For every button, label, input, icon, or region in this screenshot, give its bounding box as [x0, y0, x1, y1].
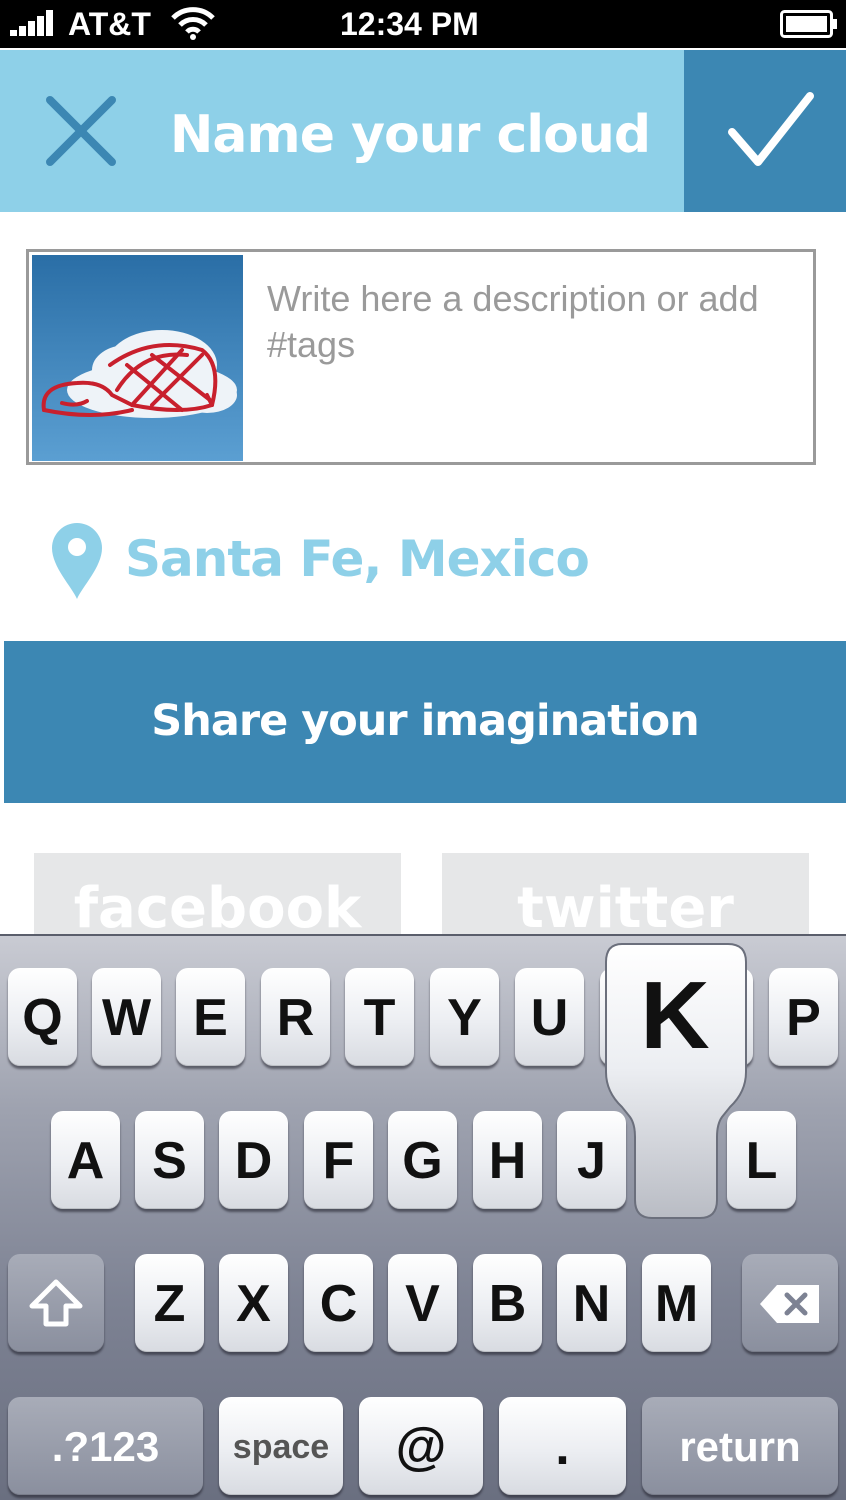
key-label: G — [402, 1132, 443, 1190]
status-bar: AT&T 12:34 PM — [0, 0, 846, 48]
key-label: space — [232, 1428, 330, 1466]
page-title: Name your cloud — [169, 105, 651, 165]
key-label: H — [488, 1132, 527, 1190]
key-q[interactable]: Q — [8, 968, 77, 1066]
key-label: M — [654, 1275, 699, 1333]
key-label: Z — [153, 1275, 186, 1333]
key-label: D — [234, 1132, 273, 1190]
key-label: T — [363, 989, 396, 1047]
description-card — [26, 249, 817, 465]
key-t[interactable]: T — [345, 968, 414, 1066]
backspace-icon — [760, 1285, 819, 1323]
period-key[interactable]: . — [499, 1397, 626, 1495]
numbers-key[interactable]: .?123 — [8, 1397, 203, 1495]
wifi-icon — [171, 7, 215, 40]
at-key[interactable]: @ — [359, 1397, 483, 1495]
key-h[interactable]: H — [473, 1111, 542, 1209]
nav-bar: Name your cloud — [0, 50, 846, 212]
close-button[interactable] — [0, 50, 160, 212]
signal-bar — [46, 10, 53, 36]
key-label: E — [193, 989, 228, 1047]
key-c[interactable]: C — [304, 1254, 373, 1352]
key-label: Q — [22, 989, 63, 1047]
key-label: @ — [395, 1418, 447, 1476]
key-label: . — [555, 1418, 570, 1476]
key-label: S — [152, 1132, 187, 1190]
shift-key[interactable] — [8, 1254, 104, 1352]
share-button[interactable]: Share your imagination — [4, 641, 846, 803]
key-g[interactable]: G — [388, 1111, 457, 1209]
battery-icon — [780, 10, 837, 38]
location-row[interactable]: Santa Fe, Mexico — [40, 515, 800, 605]
key-label: return — [679, 1423, 801, 1470]
key-label: C — [319, 1275, 358, 1333]
key-label: F — [322, 1132, 355, 1190]
key-label: B — [488, 1275, 527, 1333]
key-s[interactable]: S — [135, 1111, 204, 1209]
key-popup: K — [600, 942, 750, 1222]
key-z[interactable]: Z — [135, 1254, 204, 1352]
key-label: P — [786, 989, 821, 1047]
key-label: N — [572, 1275, 611, 1333]
checkmark-icon — [728, 92, 814, 166]
key-p[interactable]: P — [769, 968, 838, 1066]
key-b[interactable]: B — [473, 1254, 542, 1352]
key-w[interactable]: W — [92, 968, 161, 1066]
carrier-label: AT&T — [68, 6, 151, 42]
key-label: U — [530, 989, 569, 1047]
shift-icon — [29, 1279, 83, 1327]
key-u[interactable]: U — [515, 968, 584, 1066]
key-label: W — [101, 989, 152, 1047]
cloud-photo — [32, 255, 243, 461]
key-a[interactable]: A — [51, 1111, 120, 1209]
key-x[interactable]: X — [219, 1254, 288, 1352]
key-f[interactable]: F — [304, 1111, 373, 1209]
signal-bar — [28, 21, 35, 36]
clock: 12:34 PM — [340, 6, 479, 42]
key-label: V — [405, 1275, 440, 1333]
key-label: A — [66, 1132, 105, 1190]
key-label: R — [276, 989, 315, 1047]
key-n[interactable]: N — [557, 1254, 626, 1352]
confirm-button[interactable] — [684, 50, 846, 212]
key-m[interactable]: M — [642, 1254, 711, 1352]
description-input[interactable] — [257, 276, 817, 436]
key-label: .?123 — [51, 1423, 160, 1470]
signal-bar — [10, 30, 17, 36]
space-key[interactable]: space — [219, 1397, 343, 1495]
key-label: X — [236, 1275, 271, 1333]
key-r[interactable]: R — [261, 968, 330, 1066]
location-pin-icon — [52, 523, 102, 599]
key-y[interactable]: Y — [430, 968, 499, 1066]
key-label: Y — [447, 989, 482, 1047]
popup-key-label: K — [640, 962, 710, 1069]
key-e[interactable]: E — [176, 968, 245, 1066]
location-label: Santa Fe, Mexico — [125, 530, 590, 588]
close-icon — [46, 96, 116, 166]
signal-bar — [19, 26, 26, 36]
return-key[interactable]: return — [642, 1397, 838, 1495]
signal-bar — [37, 16, 44, 36]
key-d[interactable]: D — [219, 1111, 288, 1209]
backspace-key[interactable] — [742, 1254, 838, 1352]
key-v[interactable]: V — [388, 1254, 457, 1352]
